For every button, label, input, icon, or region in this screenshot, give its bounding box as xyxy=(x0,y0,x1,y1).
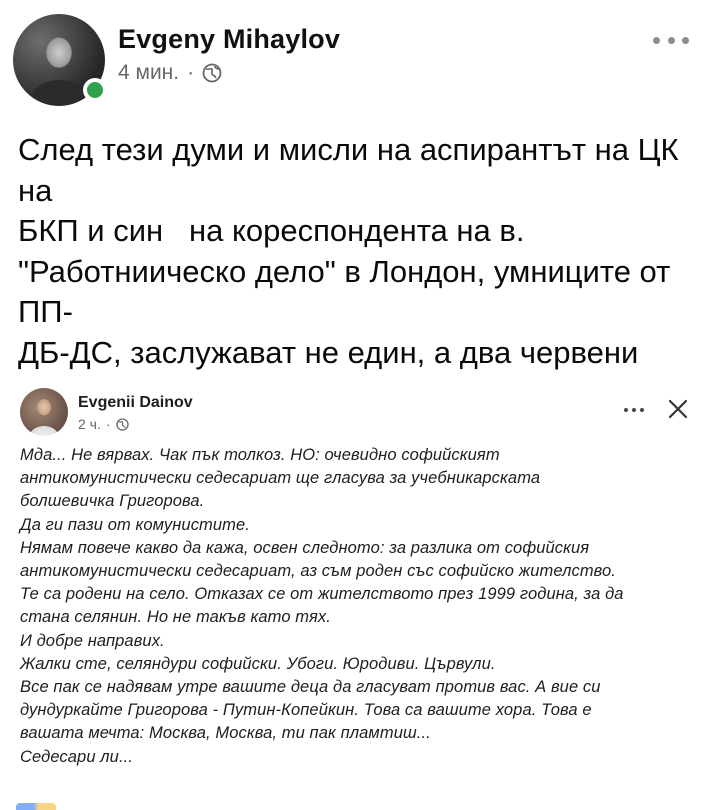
close-icon[interactable] xyxy=(667,398,689,420)
text-line: стана селянин. Но не такъв като тях. xyxy=(20,608,331,627)
author-avatar[interactable] xyxy=(13,14,107,106)
embedded-post-text: Мда... Не вярвах. Чак пък толкоз. НО: оч… xyxy=(20,444,700,769)
embedded-screenshot: Evgenii Dainov 2 ч. · Мда... Не вярвах. … xyxy=(0,378,711,810)
text-line: Жалки сте, селяндури софийски. Убоги. Юр… xyxy=(20,654,496,673)
author-name[interactable]: Evgeny Mihaylov xyxy=(118,24,340,55)
embedded-meta-separator: · xyxy=(105,416,111,432)
text-line: болшевичка Григорова. xyxy=(20,492,205,511)
text-line: антикомунистически седесариат ще гласува… xyxy=(20,469,541,488)
text-line: Нямам повече какво да кажа, освен следно… xyxy=(20,538,590,557)
post-header: Evgeny Mihaylov 4 мин. · xyxy=(0,0,711,115)
text-line: дундуркайте Григорова - Путин-Копейкин. … xyxy=(20,701,592,720)
meta-separator: · xyxy=(187,61,195,84)
text-line: Да ги пази от комунистите. xyxy=(20,515,250,534)
text-line: вашата мечта: Москва, Москва, ти пак пла… xyxy=(20,724,431,743)
globe-icon[interactable] xyxy=(202,63,222,83)
text-line: антикомунистически седесариат, аз съм ро… xyxy=(20,562,616,581)
embedded-more-options-icon[interactable] xyxy=(624,408,644,414)
text-line: Те са родени на село. Отказах се от жите… xyxy=(20,585,624,604)
text-line: Седесари ли... xyxy=(20,747,134,766)
globe-icon[interactable] xyxy=(115,417,129,431)
text-line: Мда... Не вярвах. Чак пък толкоз. НО: оч… xyxy=(20,446,500,464)
embedded-author-avatar[interactable] xyxy=(20,388,68,436)
text-line: Все пак се надявам утре вашите деца да г… xyxy=(20,678,601,697)
reaction-icons-partial xyxy=(16,803,56,810)
post-time[interactable]: 4 мин. xyxy=(118,61,179,85)
more-options-icon[interactable] xyxy=(653,30,689,50)
embedded-author-name[interactable]: Evgenii Dainov xyxy=(78,394,193,412)
embedded-post-meta: 2 ч. · xyxy=(78,416,129,432)
post-meta: 4 мин. · xyxy=(118,61,222,85)
text-line: И добре направих. xyxy=(20,631,165,650)
embedded-post-time[interactable]: 2 ч. xyxy=(78,416,101,432)
online-status-indicator xyxy=(83,78,107,102)
